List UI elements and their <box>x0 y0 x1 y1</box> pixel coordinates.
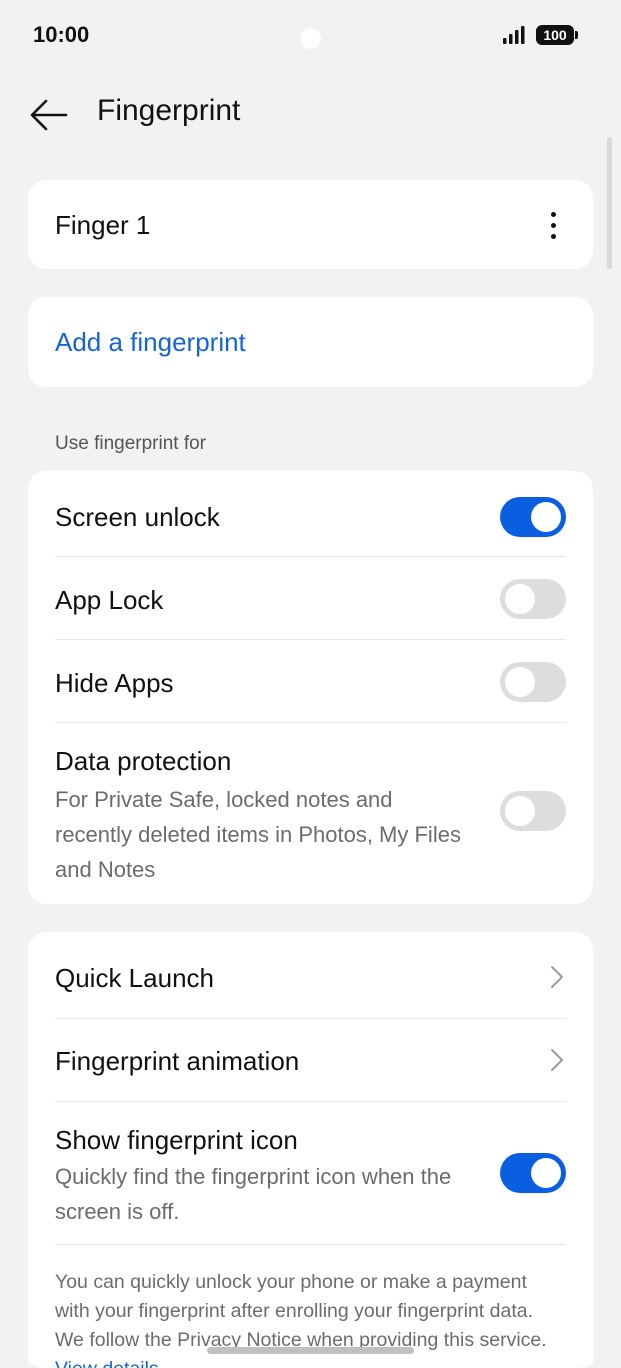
data-protection-toggle[interactable] <box>500 791 566 831</box>
home-indicator[interactable] <box>207 1347 414 1354</box>
chevron-right-icon[interactable] <box>549 964 565 990</box>
show-fingerprint-icon-description: Quickly find the fingerprint icon when t… <box>55 1164 452 1224</box>
show-fingerprint-icon-label: Show fingerprint icon <box>55 1125 298 1155</box>
divider <box>55 1101 566 1102</box>
app-lock-label: App Lock <box>55 585 164 615</box>
finger-card[interactable]: Finger 1 <box>28 180 593 269</box>
scrollbar[interactable] <box>607 137 612 269</box>
divider <box>55 556 566 557</box>
data-protection-label: Data protection <box>55 746 232 776</box>
section-label: Use fingerprint for <box>55 433 207 454</box>
divider <box>55 639 566 640</box>
divider <box>55 1244 566 1245</box>
fingerprint-animation-label[interactable]: Fingerprint animation <box>55 1046 299 1077</box>
quick-launch-label[interactable]: Quick Launch <box>55 963 214 994</box>
status-bar: 10:00 100 <box>0 0 621 70</box>
finger-label: Finger 1 <box>55 210 151 240</box>
more-vertical-icon[interactable] <box>549 212 557 242</box>
use-for-card: Screen unlock App Lock Hide Apps Data pr… <box>28 471 593 904</box>
screen-unlock-toggle[interactable] <box>500 497 566 537</box>
page-title: Fingerprint <box>97 94 241 127</box>
divider <box>55 1018 566 1019</box>
view-details-link[interactable]: View details <box>55 1358 159 1368</box>
footer-text: You can quickly unlock your phone or mak… <box>55 1271 547 1351</box>
hide-apps-toggle[interactable] <box>500 662 566 702</box>
hide-apps-label: Hide Apps <box>55 668 174 698</box>
signal-icon <box>503 26 525 44</box>
camera-cutout <box>300 28 321 49</box>
battery-icon: 100 <box>536 25 578 45</box>
app-lock-toggle[interactable] <box>500 579 566 619</box>
arrow-left-icon[interactable] <box>28 96 70 134</box>
phone-screen: 10:00 100 Fingerprint Finger 1 Add a fin… <box>0 0 621 1368</box>
divider <box>55 722 566 723</box>
status-time: 10:00 <box>33 22 90 47</box>
add-fingerprint-link[interactable]: Add a fingerprint <box>55 327 246 358</box>
data-protection-description: For Private Safe, locked notes and recen… <box>55 787 461 882</box>
add-fingerprint-card[interactable]: Add a fingerprint <box>28 297 593 387</box>
screen-unlock-label: Screen unlock <box>55 502 220 532</box>
show-fingerprint-icon-toggle[interactable] <box>500 1153 566 1193</box>
chevron-right-icon[interactable] <box>549 1047 565 1073</box>
